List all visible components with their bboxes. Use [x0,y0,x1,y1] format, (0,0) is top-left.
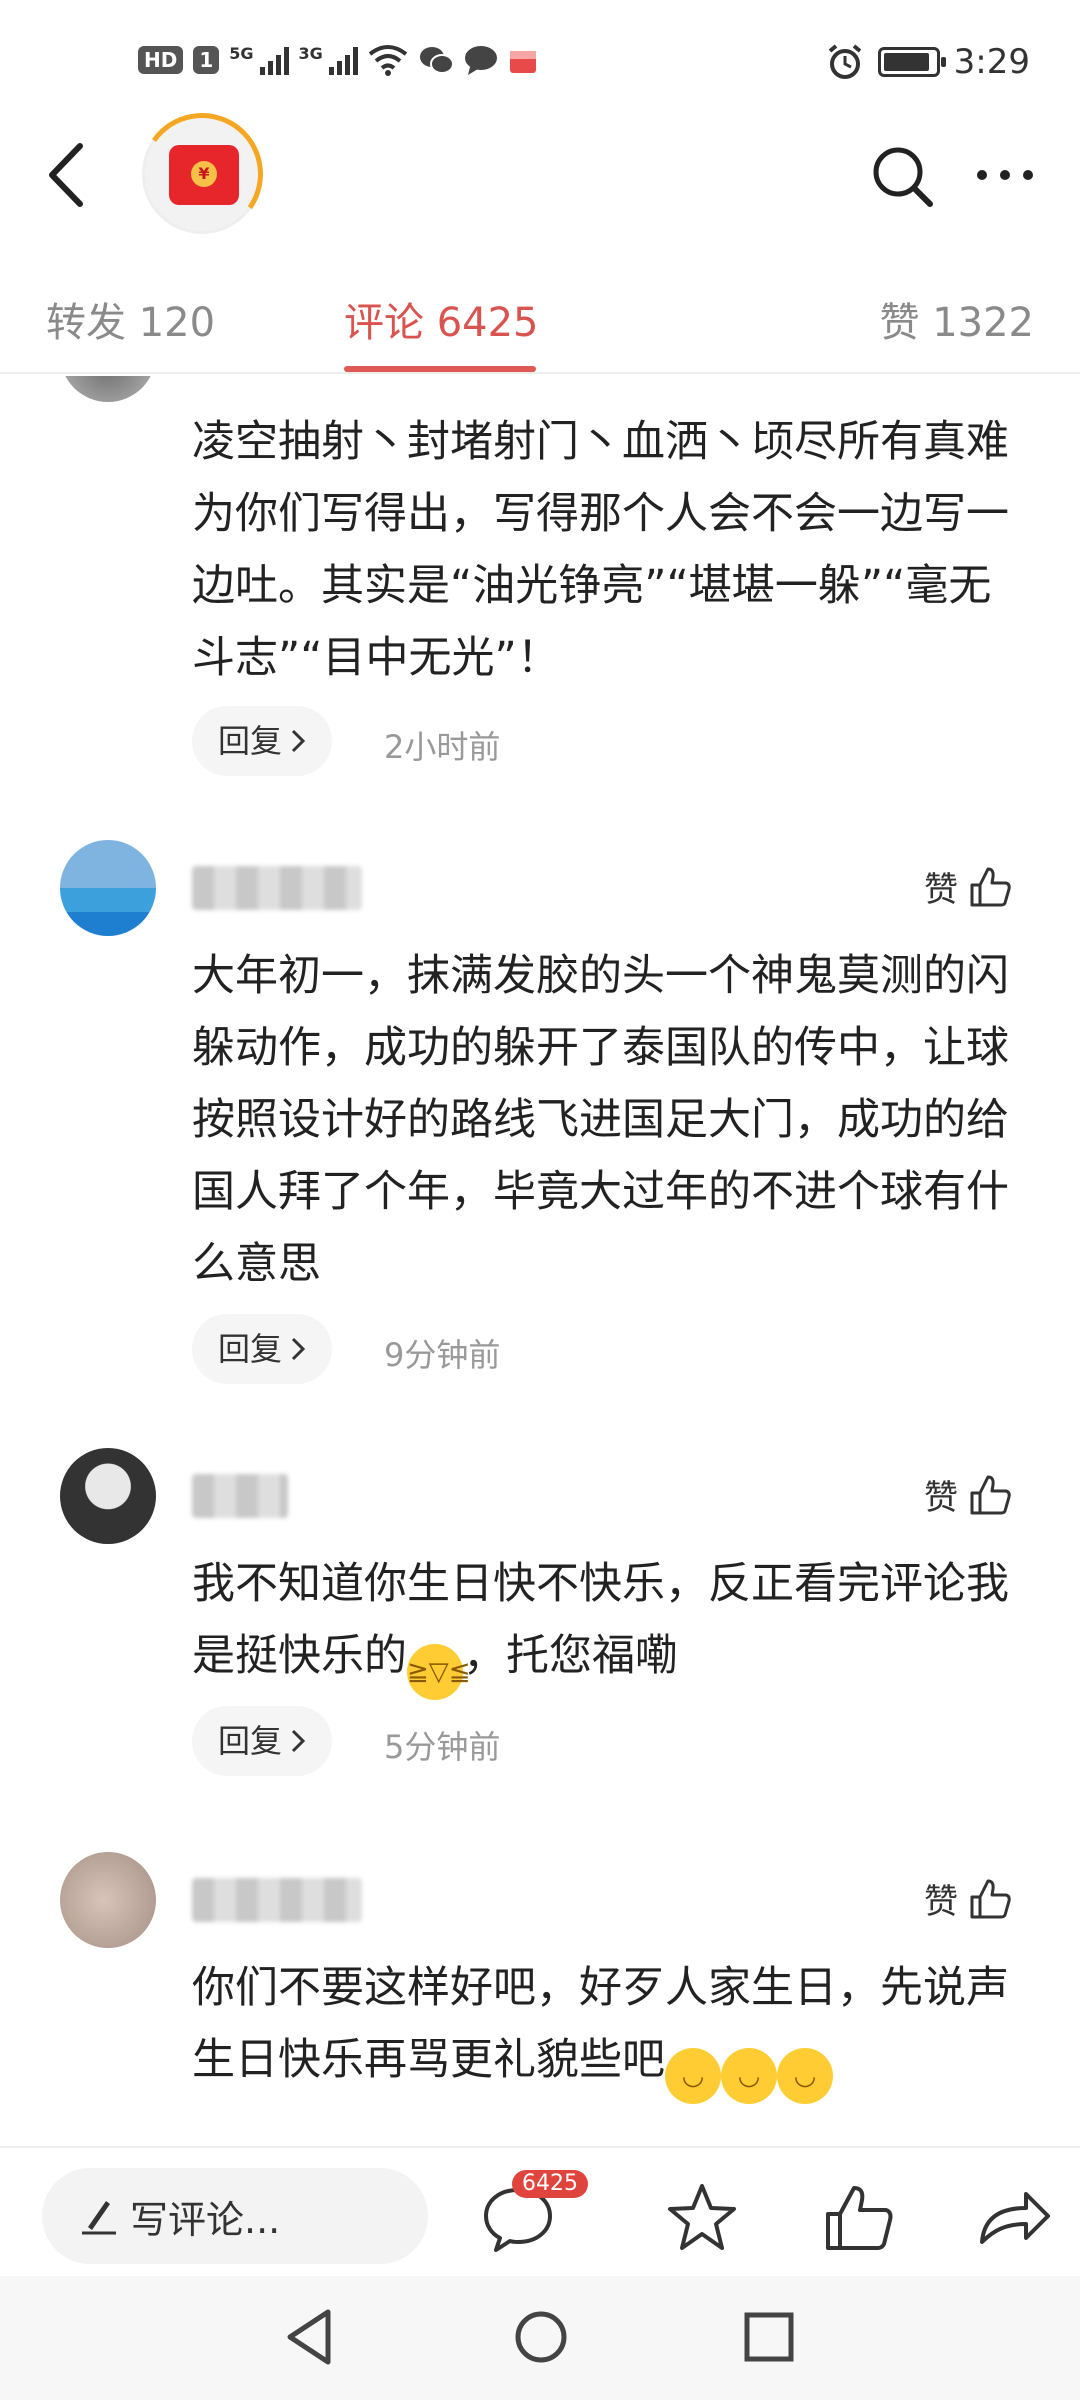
commenter-avatar[interactable] [60,1448,156,1544]
like-button[interactable]: 赞 [924,862,1012,911]
comment-count-badge: 6425 [512,2170,588,2198]
thumbs-up-icon [970,1475,1011,1514]
network-type-2: 3G [298,44,323,63]
comment-list[interactable]: 凌空抽射丶封堵射门丶血洒丶顷尽所有真难为你们写得出，写得那个人会不会一边写一边吐… [0,376,1080,2146]
share-icon[interactable] [974,2178,1054,2258]
tab-forward[interactable]: 转发 120 [46,290,215,348]
smirk-emoji-icon: ◡ [721,2048,777,2104]
thumbs-up-icon [970,867,1011,906]
tab-bar: 转发 120 评论 6425 赞 1322 [0,280,1080,374]
nav-recents-icon[interactable] [734,2302,804,2372]
thumbs-up-icon [970,1879,1011,1918]
smirk-emoji-icon: ◡ [777,2048,833,2104]
comment-time: 2小时前 [384,728,501,766]
wifi-icon [368,45,408,76]
hd-indicator: HD [138,46,184,74]
comment-text: 凌空抽射丶封堵射门丶血洒丶顷尽所有真难为你们写得出，写得那个人会不会一边写一边吐… [192,417,1009,683]
clock: 3:29 [953,42,1030,82]
reply-button[interactable]: 回复 [192,1706,333,1776]
app-notification-icon [509,51,536,73]
comment-text: 你们不要这样好吧，好歹人家生日，先说声生日快乐再骂更礼貌些吧 ◡ ◡ ◡ [192,1952,1022,2104]
red-packet-icon: ¥ [169,145,239,205]
search-icon[interactable] [868,142,938,212]
nav-home-icon[interactable] [506,2302,576,2372]
battery-icon [877,47,946,77]
like-button[interactable]: 赞 [924,1470,1012,1519]
comment-text: 大年初一，抹满发胶的头一个神鬼莫测的闪躲动作，成功的躲开了泰国队的传中，让球按照… [192,951,1009,1289]
more-icon[interactable] [970,150,1040,200]
reply-button[interactable]: 回复 [192,706,333,776]
wechat-icon [419,47,454,74]
author-avatar[interactable]: ¥ [131,103,273,245]
comment-time: 5分钟前 [384,1728,501,1766]
nav-back-icon[interactable] [276,2302,346,2372]
bottom-action-bar: 写评论... [0,2146,1080,2276]
network-type-1: 5G [229,44,254,63]
comment-text: 我不知道你生日快不快乐，反正看完评论我是挺快乐的≧▽≦，托您福嘞 [192,1548,1022,1700]
tab-likes[interactable]: 赞 1322 [879,290,1034,348]
write-comment-input[interactable]: 写评论... [42,2168,428,2264]
tab-comments[interactable]: 评论 6425 [344,290,539,348]
laughing-crying-emoji-icon: ≧▽≦ [407,1644,471,1700]
reply-button[interactable]: 回复 [192,1314,333,1384]
commenter-name-blurred[interactable] [192,1878,362,1922]
commenter-name-blurred[interactable] [192,866,362,910]
smirk-emoji-icon: ◡ [665,2048,721,2104]
signal-icon-2 [328,45,358,75]
chevron-right-icon [291,1729,306,1753]
commenter-avatar[interactable] [60,840,156,936]
header: ¥ [0,103,1080,245]
chevron-right-icon [291,729,306,753]
pen-icon [82,2201,116,2235]
like-button[interactable]: 赞 [924,1874,1012,1923]
comment-time: 9分钟前 [384,1336,501,1374]
status-bar: HD 1 5G 3G 3:29 [0,0,1080,120]
star-icon[interactable] [662,2178,742,2258]
chevron-right-icon [291,1337,306,1361]
commenter-avatar[interactable] [60,1852,156,1948]
commenter-name-blurred[interactable] [192,1474,288,1518]
signal-icon [259,45,289,75]
back-arrow-icon[interactable] [40,140,100,210]
message-icon [464,46,497,75]
system-navigation-bar [0,2276,1080,2400]
commenter-avatar[interactable] [60,376,156,402]
active-tab-indicator [344,366,536,372]
alarm-icon [828,44,861,79]
thumbs-up-icon[interactable] [820,2178,900,2258]
sim-indicator: 1 [193,46,220,74]
